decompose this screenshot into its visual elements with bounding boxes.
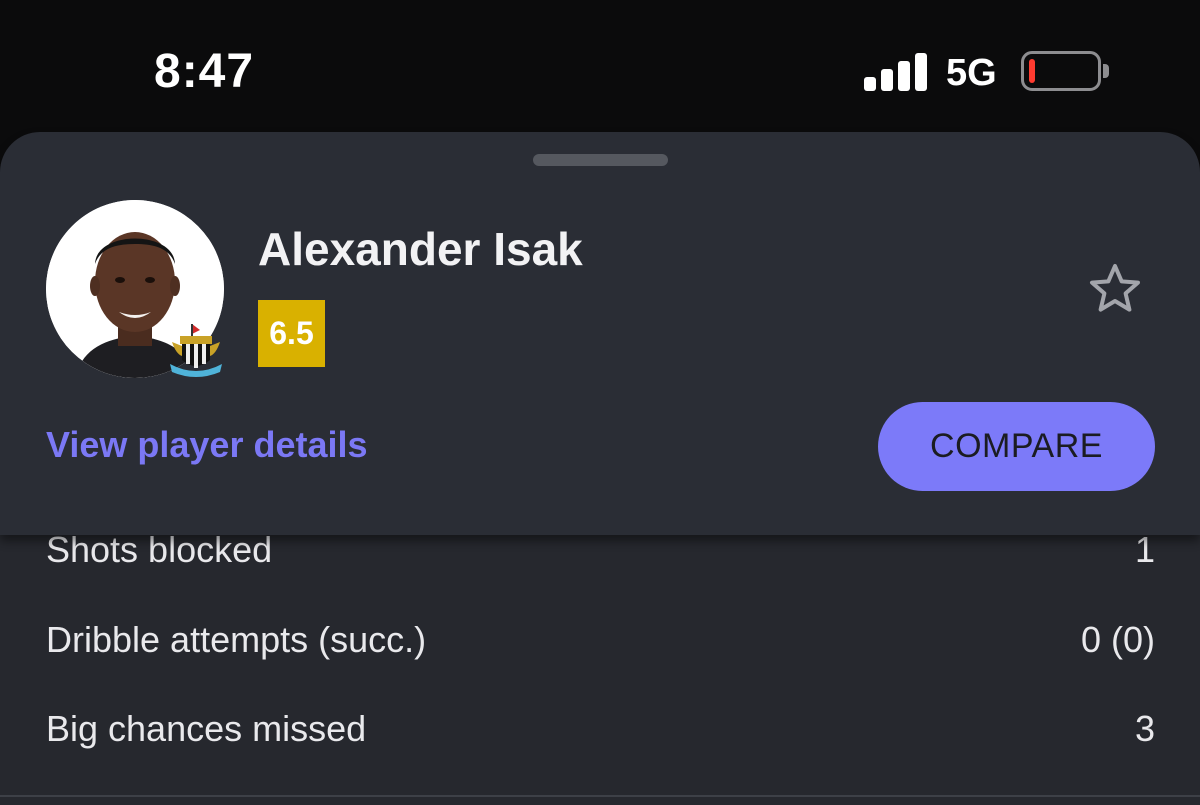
stat-row-big-chances-missed: Big chances missed 3 [46,699,1155,759]
player-sheet: Alexander Isak 6.5 View player details C… [0,132,1200,535]
view-player-details-link[interactable]: View player details [46,424,368,466]
cellular-signal-icon [864,53,928,91]
status-time: 8:47 [154,45,255,98]
app-screen: 8:47 5G Shots blocked 1 Dribble attempts… [0,0,1200,805]
rating-badge: 6.5 [258,300,325,367]
sheet-grabber-handle[interactable] [533,154,668,166]
battery-icon [1021,51,1101,91]
stat-row-dribble-attempts: Dribble attempts (succ.) 0 (0) [46,610,1155,670]
club-crest-icon [166,320,226,380]
battery-level [1029,59,1035,83]
network-type: 5G [946,52,997,94]
compare-button[interactable]: COMPARE [878,402,1155,491]
stat-label: Shots blocked [46,529,273,570]
divider [0,795,1200,797]
stat-label: Big chances missed [46,708,367,749]
stat-value: 0 (0) [1080,619,1155,660]
player-name: Alexander Isak [258,223,583,275]
status-bar: 8:47 5G [0,0,1200,132]
stat-label: Dribble attempts (succ.) [46,619,427,660]
stat-value: 1 [1134,529,1155,570]
battery-tip [1103,64,1109,78]
favorite-star-icon[interactable] [1085,260,1145,320]
stat-value: 3 [1134,708,1155,749]
